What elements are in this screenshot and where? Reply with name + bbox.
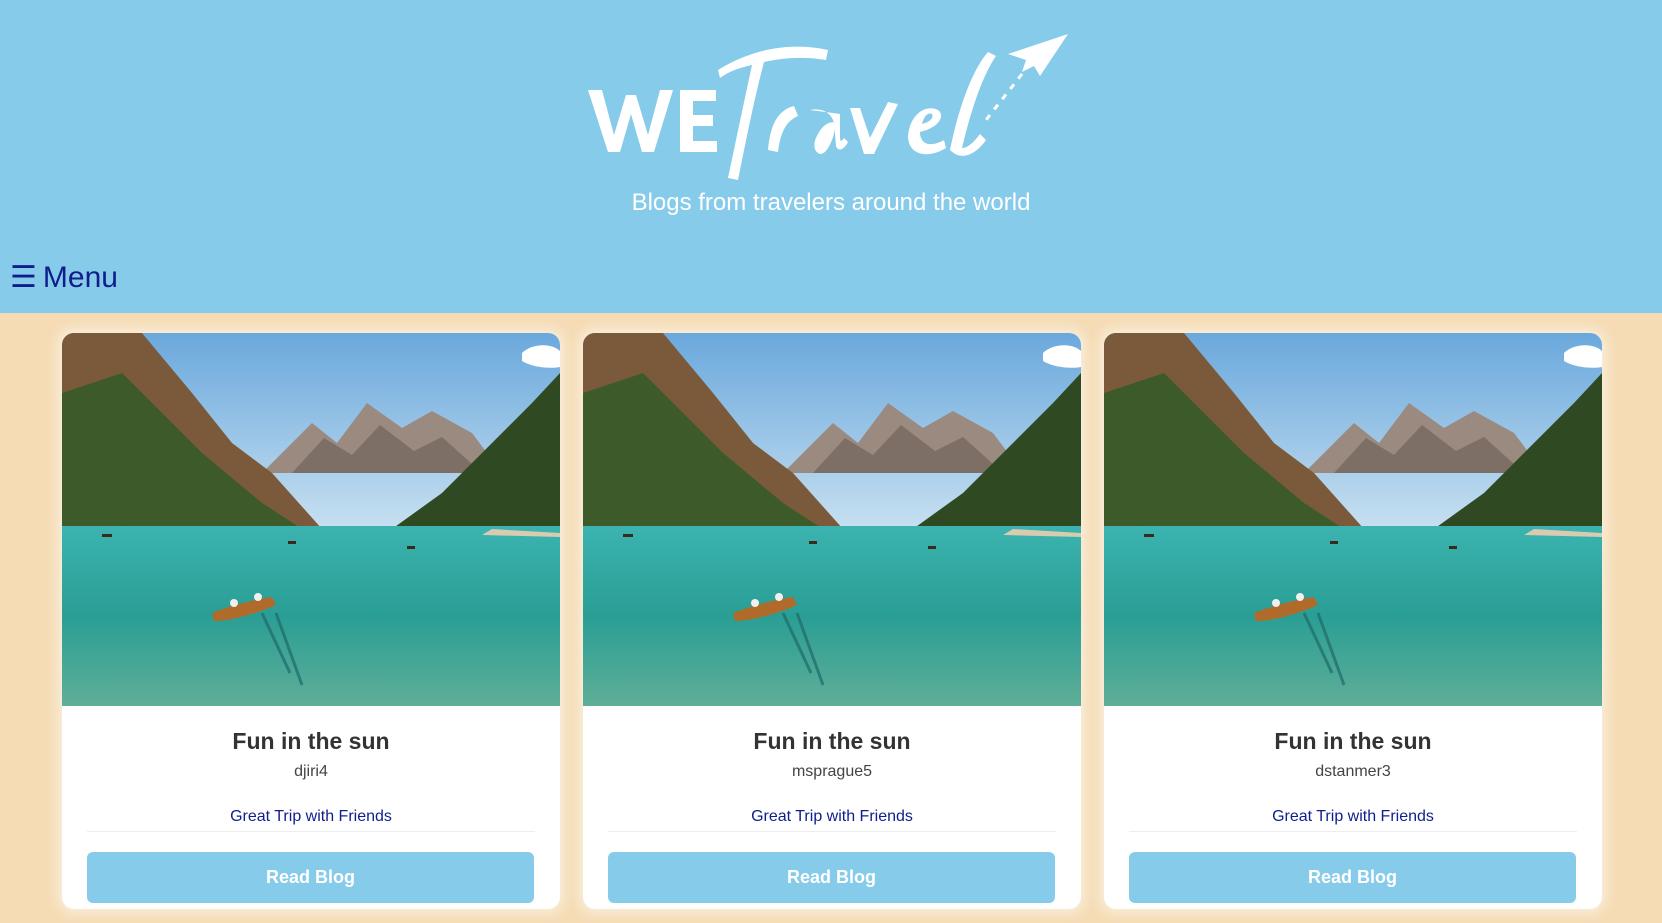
card-divider	[608, 831, 1056, 832]
mountain-lake-image	[1104, 333, 1602, 706]
read-blog-button[interactable]: Read Blog	[608, 852, 1055, 903]
read-blog-button[interactable]: Read Blog	[87, 852, 534, 903]
read-blog-button[interactable]: Read Blog	[1129, 852, 1576, 903]
blog-title: Fun in the sun	[1274, 728, 1432, 754]
blog-card: Fun in the sun djiri4 Great Trip with Fr…	[62, 333, 560, 909]
blog-title: Fun in the sun	[753, 728, 911, 754]
blog-summary: Great Trip with Friends	[230, 808, 392, 825]
blog-card-grid: Fun in the sun djiri4 Great Trip with Fr…	[0, 313, 1662, 923]
blog-card: Fun in the sun dstanmer3 Great Trip with…	[1104, 333, 1602, 909]
card-divider	[87, 831, 535, 832]
hamburger-icon: ☰	[10, 261, 37, 294]
logo-graphic	[588, 34, 1068, 181]
blog-author: djiri4	[294, 763, 328, 780]
card-divider	[1129, 831, 1577, 832]
mountain-lake-image	[583, 333, 1081, 706]
blog-author: msprague5	[791, 763, 873, 780]
blog-card: Fun in the sun msprague5 Great Trip with…	[583, 333, 1081, 909]
blog-summary: Great Trip with Friends	[1272, 808, 1434, 825]
blog-card-photo[interactable]	[62, 333, 560, 706]
site-header: Blogs from travelers around the world ☰ …	[0, 0, 1662, 313]
blog-title: Fun in the sun	[232, 728, 390, 754]
wetravel-logo[interactable]	[578, 30, 1088, 190]
site-tagline: Blogs from travelers around the world	[631, 189, 1031, 216]
blog-author: dstanmer3	[1315, 763, 1391, 780]
menu-label: Menu	[42, 260, 118, 294]
blog-card-photo[interactable]	[1104, 333, 1602, 706]
blog-summary: Great Trip with Friends	[751, 808, 913, 825]
menu-button[interactable]: ☰ Menu	[10, 260, 118, 295]
blog-card-photo[interactable]	[583, 333, 1081, 706]
mountain-lake-image	[62, 333, 560, 706]
